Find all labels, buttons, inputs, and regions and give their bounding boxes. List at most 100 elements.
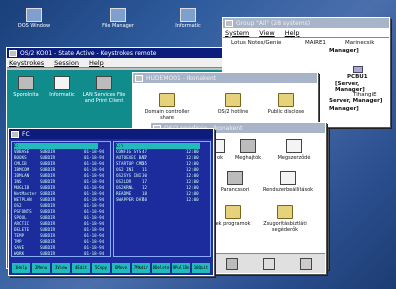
printer-icon[interactable] xyxy=(225,257,238,270)
icon-meghajtok[interactable]: Meghajtók xyxy=(231,139,265,161)
fc-panel-right[interactable]: C:\ CONFIG SYS 47 12:00 AUTOEXEC BAT 17 12:00 S… xyxy=(113,141,211,257)
function-key-button[interactable]: 3View xyxy=(52,263,70,273)
desktop-icon-label: DOS Window xyxy=(17,23,51,29)
function-key-button[interactable]: 7Mkdir xyxy=(132,263,150,273)
menu-help[interactable]: Help xyxy=(89,59,104,67)
hudemo-window-title: HUDEMO01 - Ikonakent xyxy=(146,74,217,82)
file-cell: SWAPPER DAT xyxy=(116,197,144,202)
system-menu-icon[interactable] xyxy=(11,130,19,138)
icon-lan-services[interactable]: LAN Services File and Print Client xyxy=(79,76,129,104)
icon-label: Zsugorításbiztláti segéderők xyxy=(263,221,307,233)
folder-icon xyxy=(225,93,241,107)
system-menu-icon[interactable] xyxy=(9,49,17,57)
group-line-maire[interactable]: MAIRE1 xyxy=(305,40,326,46)
function-key-button[interactable]: 1Help xyxy=(12,263,30,273)
icon-ok[interactable]: ok xyxy=(213,139,227,161)
menu-keystrokes[interactable]: Keystrokes xyxy=(9,59,44,67)
icon-label: Domain controller share xyxy=(144,109,190,121)
group-window-menubar: System View Help xyxy=(223,28,389,38)
system-menu-icon[interactable] xyxy=(225,19,233,27)
desktop-icon-informatic[interactable]: Informatic xyxy=(160,8,216,29)
fc-fkey-bar: 1Help 2Menu 3View 4Edit 5Copy 6Move 7Mkdir 8Del… xyxy=(11,263,211,273)
folder-icon xyxy=(277,205,293,219)
function-key-button[interactable]: 8Delete xyxy=(152,263,170,273)
function-key-button[interactable]: 5Copy xyxy=(92,263,110,273)
desktop-icon-label: Informatic xyxy=(175,23,201,29)
function-key-button[interactable]: 9PullDn xyxy=(172,263,190,273)
menu-help[interactable]: Help xyxy=(285,29,300,37)
hudemo-window-titlebar[interactable]: HUDEMO01 - Ikonakent xyxy=(133,73,317,83)
icon-public-disclose[interactable]: Public disclose xyxy=(263,93,309,115)
tihangie-label[interactable]: TihangiE xyxy=(353,92,377,98)
icon-label: ok xyxy=(217,155,223,161)
icon-domain-share[interactable]: Domain controller share xyxy=(139,93,195,121)
menu-view[interactable]: View xyxy=(259,29,274,37)
icon-label: Public disclose xyxy=(267,109,305,115)
menu-system[interactable]: System xyxy=(225,29,249,37)
menu-session[interactable]: Session xyxy=(54,59,79,67)
fc-panel-left[interactable]: C: VBBASE SUBDIR 01-18-94 BOOKS SUBDIR 01-18-9… xyxy=(11,141,111,257)
file-row[interactable]: WORK SUBDIR 01-18-94 xyxy=(14,251,105,257)
server-icon xyxy=(353,66,363,73)
icon-os2-hotline[interactable]: OS/2 hotline xyxy=(213,93,253,115)
icon-label: Rendszerbeállítások xyxy=(262,187,314,193)
icon-label: LAN Services File and Print Client xyxy=(82,92,126,104)
keyboard-icon[interactable] xyxy=(300,257,313,270)
group-window-title: Group "All" (28 systems) xyxy=(236,19,311,27)
icon-label: OS/2 hotline xyxy=(217,109,249,115)
file-cell: 12:00 xyxy=(186,197,199,202)
network-icon xyxy=(96,76,112,90)
function-key-button[interactable]: 2Menu xyxy=(32,263,50,273)
taskbar-strip xyxy=(213,253,325,273)
icon-label: Sporolnita xyxy=(13,92,39,98)
desktop-icon-file-manager[interactable]: File Manager xyxy=(90,8,146,29)
group-manager-label: Manager] xyxy=(329,48,359,54)
command-prompt-icon xyxy=(227,171,243,185)
system-setup-icon xyxy=(280,171,296,185)
document-icon xyxy=(54,76,70,90)
function-key-button[interactable]: 10Quit xyxy=(192,263,210,273)
icon-label: Megszerződé xyxy=(277,155,311,161)
function-key-button[interactable]: 6Move xyxy=(112,263,130,273)
file-manager-icon xyxy=(110,8,126,22)
icon-informatic[interactable]: Informatic xyxy=(47,76,77,98)
icon-rendszerbeallitasok[interactable]: Rendszerbeállítások xyxy=(255,171,321,193)
document-icon xyxy=(215,139,225,153)
folder-icon xyxy=(225,205,241,219)
fc-window-titlebar[interactable]: FC xyxy=(9,129,213,139)
icon-label: ek programok xyxy=(215,221,251,227)
icon-programok[interactable]: ek programok xyxy=(213,205,253,227)
group-line-marinecsik[interactable]: Marinecsik xyxy=(345,40,374,46)
group-line-lotus[interactable]: Lotus Notes/Genie xyxy=(231,40,281,46)
file-cell: WORK xyxy=(14,251,25,256)
icon-megszerzode[interactable]: Megszerződé xyxy=(271,139,317,161)
state-window-title: OS/2 KO01 - State Active - Keystrokes re… xyxy=(20,49,157,57)
computer-icon xyxy=(18,76,34,90)
file-cell: 01-18-94 xyxy=(84,251,105,256)
server-name[interactable]: PCBU1 xyxy=(347,74,368,80)
informatic-icon xyxy=(180,8,196,22)
icon-label: Meghajtók xyxy=(234,155,262,161)
system-menu-icon[interactable] xyxy=(135,74,143,82)
file-row[interactable]: SWAPPER DAT 40 12:00 xyxy=(116,197,200,203)
fc-window-title: FC xyxy=(22,130,30,138)
dos-window-icon xyxy=(26,8,42,22)
folder-icon xyxy=(159,93,175,107)
folder-icon xyxy=(278,93,294,107)
document-icon xyxy=(286,139,302,153)
file-cell: 40 xyxy=(142,197,148,202)
icon-sporolnita[interactable]: Sporolnita xyxy=(11,76,41,98)
server-short-role: Server, Manager] xyxy=(329,98,383,104)
icon-label: Parancssori xyxy=(220,187,250,193)
group-manager-label-2: Manager] xyxy=(329,106,359,112)
font-icon[interactable] xyxy=(262,257,275,270)
group-window-titlebar[interactable]: Group "All" (28 systems) xyxy=(223,18,389,28)
fc-window: FC C: VBBASE SUBDIR 01-18-94 BOOKS SUBDIR 01-1… xyxy=(8,128,214,276)
desktop-icon-dos[interactable]: DOS Window xyxy=(6,8,62,29)
function-key-button[interactable]: 4Edit xyxy=(72,263,90,273)
drives-icon xyxy=(240,139,256,153)
icon-zsugoritas[interactable]: Zsugorításbiztláti segéderők xyxy=(255,205,315,233)
desktop-icon-label: File Manager xyxy=(102,23,134,29)
file-cell: SUBDIR xyxy=(40,251,56,256)
icon-parancssori[interactable]: Parancssori xyxy=(213,171,257,193)
